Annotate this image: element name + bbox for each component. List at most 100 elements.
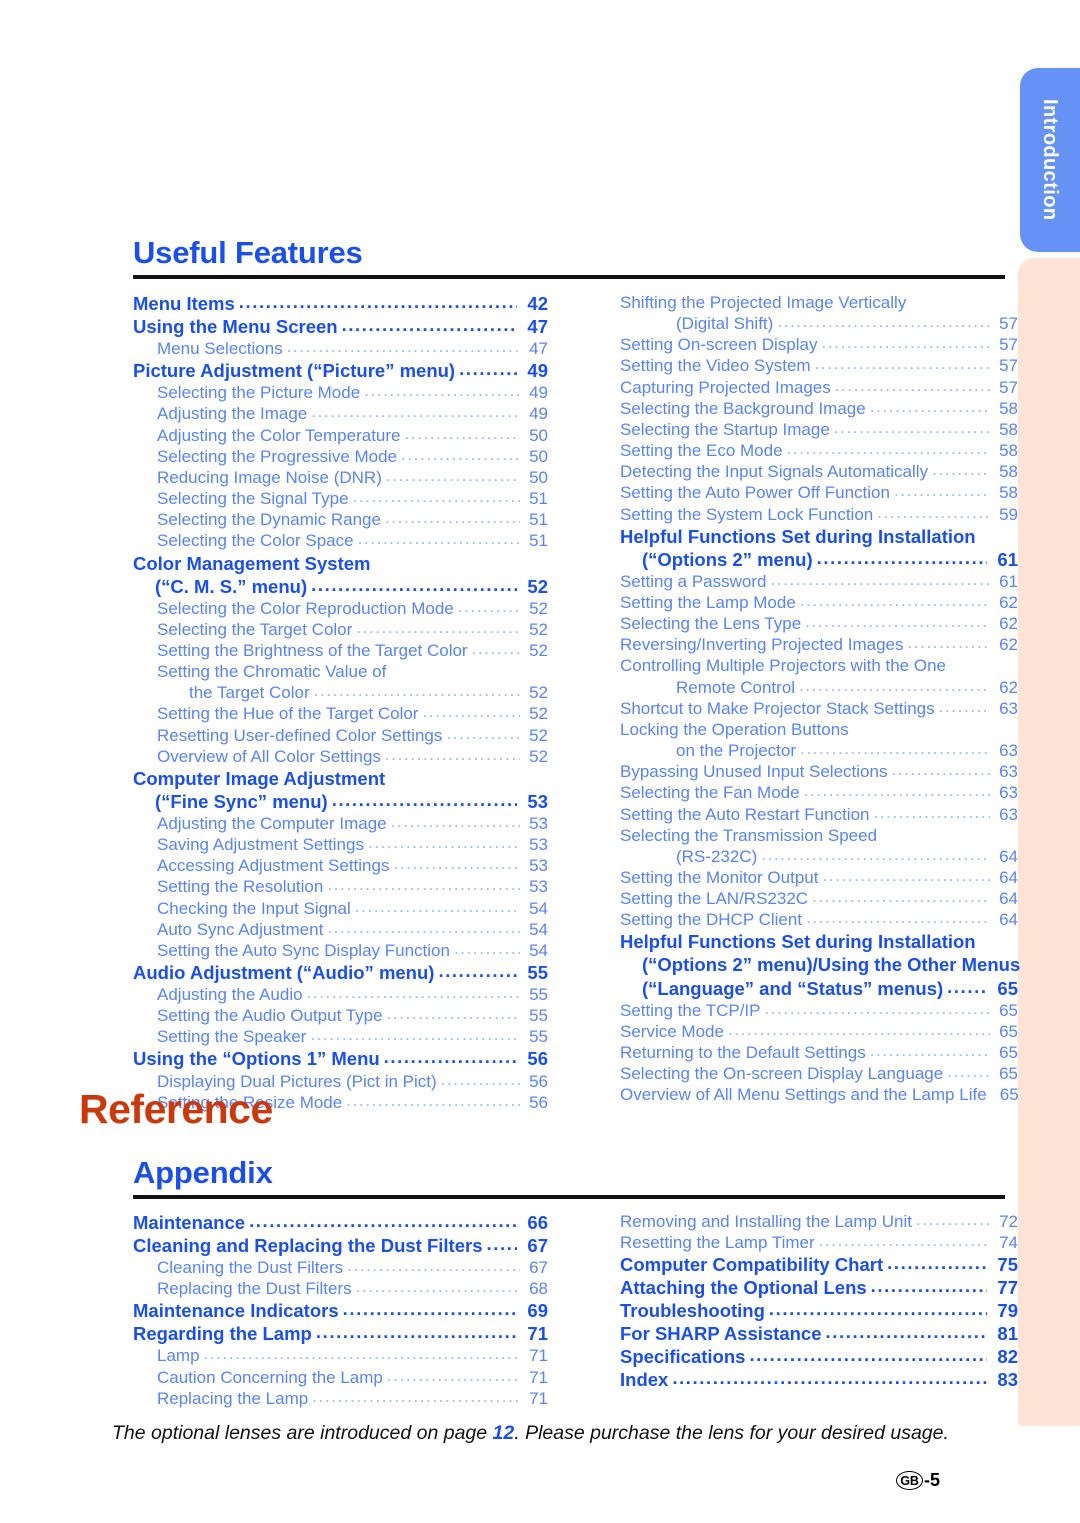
toc-entry[interactable]: Adjusting the Audio.....................… <box>133 983 548 1005</box>
toc-entry[interactable]: Setting the System Lock Function........… <box>620 503 1018 525</box>
toc-entry[interactable]: Selecting the Fan Mode..................… <box>620 781 1018 803</box>
toc-entry[interactable]: Controlling Multiple Projectors with the… <box>620 655 1018 676</box>
toc-entry[interactable]: Setting the Brightness of the Target Col… <box>133 639 548 661</box>
toc-entry[interactable]: Using the Menu Screen...................… <box>133 314 548 338</box>
toc-entry[interactable]: Selecting the On-screen Display Language… <box>620 1062 1018 1084</box>
toc-entry-label: (“C. M. S.” menu) <box>155 575 308 597</box>
toc-entry[interactable]: (“C. M. S.” menu).......................… <box>133 574 548 598</box>
toc-entry[interactable]: Setting On-screen Display...............… <box>620 333 1018 355</box>
toc-entry[interactable]: Setting the Auto Power Off Function.....… <box>620 481 1018 503</box>
toc-entry[interactable]: Menu Items..............................… <box>133 291 548 315</box>
toc-entry[interactable]: Index...................................… <box>620 1367 1018 1391</box>
toc-entry[interactable]: (“Language” and “Status” menus).........… <box>620 976 1018 1000</box>
toc-entry[interactable]: (RS-232C)...............................… <box>620 845 1018 867</box>
toc-entry[interactable]: Computer Image Adjustment...............… <box>133 767 548 790</box>
toc-leader-dots: ........................................… <box>777 312 990 332</box>
toc-entry[interactable]: (“Options 2” menu)/Using the Other Menus… <box>620 953 1020 976</box>
toc-entry[interactable]: Detecting the Input Signals Automaticall… <box>620 460 1018 482</box>
toc-entry[interactable]: Selecting the Picture Mode..............… <box>133 381 548 403</box>
toc-entry[interactable]: (“Options 2” menu)......................… <box>620 547 1018 571</box>
toc-entry[interactable]: Removing and Installing the Lamp Unit...… <box>620 1210 1018 1232</box>
toc-entry[interactable]: Setting the LAN/RS232C..................… <box>620 887 1018 909</box>
toc-entry[interactable]: Caution Concerning the Lamp.............… <box>133 1366 548 1388</box>
toc-entry[interactable]: Shifting the Projected Image Vertically.… <box>620 292 1018 313</box>
toc-entry[interactable]: (Digital Shift).........................… <box>620 312 1018 334</box>
toc-entry[interactable]: Audio Adjustment (“Audio” menu).........… <box>133 960 548 984</box>
toc-entry[interactable]: Checking the Input Signal...............… <box>133 897 548 919</box>
toc-entry[interactable]: Replacing the Dust Filters..............… <box>133 1277 548 1299</box>
toc-entry[interactable]: Service Mode............................… <box>620 1020 1018 1042</box>
toc-entry[interactable]: Color Management System.................… <box>133 552 548 575</box>
toc-entry[interactable]: Setting the Lamp Mode...................… <box>620 591 1018 613</box>
toc-entry[interactable]: Regarding the Lamp......................… <box>133 1321 548 1345</box>
toc-entry[interactable]: Overview of All Color Settings..........… <box>133 745 548 767</box>
toc-entry[interactable]: on the Projector........................… <box>620 739 1018 761</box>
toc-entry[interactable]: Bypassing Unused Input Selections.......… <box>620 760 1018 782</box>
toc-entry[interactable]: Setting the Hue of the Target Color.....… <box>133 702 548 724</box>
toc-entry[interactable]: Selecting the Startup Image.............… <box>620 418 1018 440</box>
toc-entry[interactable]: Replacing the Lamp......................… <box>133 1387 548 1409</box>
toc-entry[interactable]: Reversing/Inverting Projected Images....… <box>620 633 1018 655</box>
toc-entry[interactable]: Cleaning the Dust Filters...............… <box>133 1256 548 1278</box>
toc-entry[interactable]: Setting the Chromatic Value of..........… <box>133 661 548 682</box>
toc-entry[interactable]: Specifications..........................… <box>620 1344 1018 1368</box>
toc-entry[interactable]: Setting the Audio Output Type...........… <box>133 1004 548 1026</box>
toc-entry[interactable]: Adjusting the Computer Image............… <box>133 812 548 834</box>
toc-entry[interactable]: Setting a Password......................… <box>620 570 1018 592</box>
toc-entry[interactable]: Using the “Options 1” Menu..............… <box>133 1046 548 1070</box>
toc-entry[interactable]: Troubleshooting.........................… <box>620 1298 1018 1322</box>
toc-entry[interactable]: (“Fine Sync” menu)......................… <box>133 789 548 813</box>
toc-entry[interactable]: Adjusting the Color Temperature.........… <box>133 424 548 446</box>
toc-entry[interactable]: Auto Sync Adjustment....................… <box>133 918 548 940</box>
toc-entry[interactable]: Setting the Video System................… <box>620 354 1018 376</box>
chapter-tab-introduction[interactable]: Introduction <box>1020 68 1080 252</box>
toc-leader-dots: ........................................… <box>346 1090 520 1110</box>
toc-entry[interactable]: Lamp....................................… <box>133 1344 548 1366</box>
toc-entry-label: Setting the Hue of the Target Color <box>157 704 419 724</box>
toc-entry[interactable]: Setting the Monitor Output..............… <box>620 866 1018 888</box>
toc-entry[interactable]: Selecting the Target Color..............… <box>133 618 548 640</box>
toc-entry[interactable]: Selecting the Color Space...............… <box>133 529 548 551</box>
toc-entry[interactable]: Menu Selections.........................… <box>133 337 548 359</box>
toc-entry[interactable]: Selecting the Color Reproduction Mode...… <box>133 597 548 619</box>
toc-entry[interactable]: Selecting the Progressive Mode..........… <box>133 445 548 467</box>
toc-entry[interactable]: Saving Adjustment Settings..............… <box>133 833 548 855</box>
toc-entry[interactable]: Setting the Auto Restart Function.......… <box>620 803 1018 825</box>
toc-entry[interactable]: Returning to the Default Settings.......… <box>620 1041 1018 1063</box>
toc-entry[interactable]: Selecting the Dynamic Range.............… <box>133 508 548 530</box>
toc-entry[interactable]: Setting the Auto Sync Display Function..… <box>133 939 548 961</box>
toc-entry[interactable]: Computer Compatibility Chart............… <box>620 1252 1018 1276</box>
toc-entry[interactable]: Selecting the Transmission Speed........… <box>620 825 1018 846</box>
toc-entry[interactable]: Setting the DHCP Client.................… <box>620 908 1018 930</box>
toc-entry[interactable]: Setting the Resolution..................… <box>133 875 548 897</box>
toc-entry[interactable]: Helpful Functions Set during Installatio… <box>620 525 1018 548</box>
toc-entry[interactable]: Setting the Speaker.....................… <box>133 1025 548 1047</box>
toc-entry[interactable]: the Target Color........................… <box>133 681 548 703</box>
toc-entry[interactable]: Selecting the Background Image..........… <box>620 397 1018 419</box>
toc-entry[interactable]: Helpful Functions Set during Installatio… <box>620 930 1018 953</box>
toc-entry[interactable]: Capturing Projected Images..............… <box>620 376 1018 398</box>
toc-entry[interactable]: Resetting User-defined Color Settings...… <box>133 724 548 746</box>
toc-entry[interactable]: For SHARP Assistance....................… <box>620 1321 1018 1345</box>
toc-entry[interactable]: Picture Adjustment (“Picture” menu).....… <box>133 358 548 382</box>
toc-entry[interactable]: Selecting the Lens Type.................… <box>620 612 1018 634</box>
toc-entry[interactable]: Setting the Eco Mode....................… <box>620 439 1018 461</box>
toc-entry-label: Setting the System Lock Function <box>620 504 874 524</box>
toc-entry[interactable]: Adjusting the Image.....................… <box>133 402 548 424</box>
toc-entry[interactable]: Maintenance.............................… <box>133 1210 548 1234</box>
toc-entry[interactable]: Setting the TCP/IP......................… <box>620 999 1018 1021</box>
toc-entry[interactable]: Reducing Image Noise (DNR)..............… <box>133 466 548 488</box>
toc-entry[interactable]: Attaching the Optional Lens.............… <box>620 1275 1018 1299</box>
toc-entry[interactable]: Resetting the Lamp Timer................… <box>620 1231 1018 1253</box>
toc-entry-page: 51 <box>529 531 548 551</box>
toc-entry[interactable]: Locking the Operation Buttons...........… <box>620 719 1018 740</box>
toc-entry[interactable]: Accessing Adjustment Settings...........… <box>133 854 548 876</box>
toc-entry[interactable]: Remote Control..........................… <box>620 676 1018 698</box>
toc-entry[interactable]: Selecting the Signal Type...............… <box>133 487 548 509</box>
toc-entry[interactable]: Maintenance Indicators..................… <box>133 1298 548 1322</box>
toc-entry[interactable]: Cleaning and Replacing the Dust Filters.… <box>133 1233 548 1257</box>
toc-entry[interactable]: Overview of All Menu Settings and the La… <box>620 1084 1019 1105</box>
toc-entry[interactable]: Shortcut to Make Projector Stack Setting… <box>620 697 1018 719</box>
toc-entry-label: Index <box>620 1369 669 1391</box>
toc-leader-dots: ........................................… <box>440 1069 520 1089</box>
